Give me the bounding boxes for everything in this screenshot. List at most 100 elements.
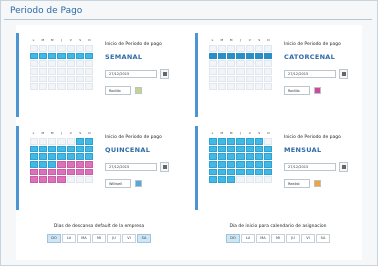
- calendar-day[interactable]: [218, 83, 227, 90]
- calendar-catorcenal[interactable]: LMMJVSD: [209, 39, 272, 90]
- calendar-day[interactable]: [57, 160, 66, 168]
- calendar-day[interactable]: [209, 60, 218, 67]
- calendar-day[interactable]: [254, 168, 263, 176]
- calendar-day[interactable]: [227, 153, 236, 160]
- calendar-day[interactable]: [66, 160, 75, 168]
- calendar-day[interactable]: [30, 145, 39, 153]
- calendar-day[interactable]: [245, 52, 254, 60]
- calendar-day[interactable]: [48, 67, 57, 75]
- calendar-day[interactable]: [48, 83, 57, 90]
- calendar-day[interactable]: [75, 168, 84, 176]
- calendar-day[interactable]: [84, 176, 93, 183]
- color-swatch[interactable]: [135, 180, 142, 187]
- calendar-day[interactable]: [227, 160, 236, 168]
- calendar-day[interactable]: [236, 75, 245, 83]
- day-toggle-mi[interactable]: MI: [92, 234, 106, 243]
- calendar-day[interactable]: [66, 83, 75, 90]
- calendar-day[interactable]: [84, 160, 93, 168]
- calendar-day[interactable]: [84, 83, 93, 90]
- calendar-day[interactable]: [39, 83, 48, 90]
- calendar-day[interactable]: [227, 60, 236, 67]
- calendar-day[interactable]: [84, 168, 93, 176]
- calendar-day[interactable]: [84, 67, 93, 75]
- calendar-day[interactable]: [39, 60, 48, 67]
- color-swatch[interactable]: [135, 87, 142, 94]
- calendar-day[interactable]: [245, 60, 254, 67]
- calendar-day[interactable]: [57, 176, 66, 183]
- calendar-day[interactable]: [39, 153, 48, 160]
- calendar-day[interactable]: [218, 168, 227, 176]
- calendar-day[interactable]: [209, 138, 218, 145]
- calendar-day[interactable]: [254, 153, 263, 160]
- calendar-day[interactable]: [254, 45, 263, 52]
- day-toggle-ju[interactable]: JU: [286, 234, 300, 243]
- day-toggle-do[interactable]: DO: [226, 234, 240, 243]
- calendar-day[interactable]: [236, 52, 245, 60]
- calendar-day[interactable]: [30, 160, 39, 168]
- calendar-day[interactable]: [245, 83, 254, 90]
- calendar-day[interactable]: [254, 145, 263, 153]
- calendar-day[interactable]: [209, 83, 218, 90]
- calendar-grid[interactable]: [30, 45, 93, 90]
- calendar-day[interactable]: [48, 176, 57, 183]
- calendar-day[interactable]: [245, 153, 254, 160]
- calendar-day[interactable]: [75, 160, 84, 168]
- calendar-day[interactable]: [209, 160, 218, 168]
- calendar-day[interactable]: [218, 138, 227, 145]
- calendar-day[interactable]: [66, 145, 75, 153]
- date-input[interactable]: 27/12/2015: [284, 163, 336, 171]
- date-input[interactable]: 27/12/2015: [284, 70, 336, 78]
- calendar-day[interactable]: [75, 176, 84, 183]
- calendar-day[interactable]: [84, 45, 93, 52]
- calendar-day[interactable]: [39, 160, 48, 168]
- calendar-day[interactable]: [66, 52, 75, 60]
- calendar-day[interactable]: [66, 168, 75, 176]
- calendar-day[interactable]: [236, 153, 245, 160]
- calendar-day[interactable]: [263, 176, 272, 183]
- calendar-grid[interactable]: [209, 138, 272, 183]
- calendar-day[interactable]: [66, 45, 75, 52]
- calendar-day[interactable]: [66, 75, 75, 83]
- calendar-day[interactable]: [236, 67, 245, 75]
- calendar-day[interactable]: [227, 83, 236, 90]
- calendar-day[interactable]: [209, 145, 218, 153]
- calendar-mensual[interactable]: LMMJVSD: [209, 132, 272, 183]
- calendar-day[interactable]: [236, 160, 245, 168]
- calendar-day[interactable]: [75, 52, 84, 60]
- calendar-day[interactable]: [254, 52, 263, 60]
- calendar-day[interactable]: [84, 153, 93, 160]
- calendar-day[interactable]: [48, 60, 57, 67]
- calendar-day[interactable]: [254, 60, 263, 67]
- calendar-day[interactable]: [227, 67, 236, 75]
- day-toggle-lu[interactable]: LU: [62, 234, 76, 243]
- calendar-day[interactable]: [218, 67, 227, 75]
- calendar-day[interactable]: [209, 45, 218, 52]
- calendar-semanal[interactable]: LMMJVSD: [30, 39, 93, 90]
- calendar-quincenal[interactable]: LMMJVSD: [30, 132, 93, 183]
- calendar-day[interactable]: [57, 83, 66, 90]
- calendar-day[interactable]: [48, 153, 57, 160]
- calendar-day[interactable]: [263, 45, 272, 52]
- color-swatch[interactable]: [314, 180, 321, 187]
- calendar-day[interactable]: [84, 52, 93, 60]
- calendar-grid[interactable]: [30, 138, 93, 183]
- calendar-day[interactable]: [245, 138, 254, 145]
- day-toggle-vi[interactable]: VI: [122, 234, 136, 243]
- calendar-day[interactable]: [30, 176, 39, 183]
- calendar-day[interactable]: [57, 67, 66, 75]
- date-input[interactable]: 27/12/2015: [105, 70, 157, 78]
- color-name-input[interactable]: Rodillo: [105, 86, 131, 95]
- calendar-day[interactable]: [57, 168, 66, 176]
- calendar-day[interactable]: [75, 145, 84, 153]
- calendar-day[interactable]: [209, 67, 218, 75]
- calendar-day[interactable]: [236, 83, 245, 90]
- calendar-day[interactable]: [84, 145, 93, 153]
- calendar-day[interactable]: [57, 138, 66, 145]
- calendar-day[interactable]: [39, 67, 48, 75]
- calendar-day[interactable]: [57, 153, 66, 160]
- calendar-grid[interactable]: [209, 45, 272, 90]
- day-toggle-do[interactable]: DO: [47, 234, 61, 243]
- calendar-day[interactable]: [57, 75, 66, 83]
- calendar-day[interactable]: [30, 153, 39, 160]
- calendar-day[interactable]: [84, 60, 93, 67]
